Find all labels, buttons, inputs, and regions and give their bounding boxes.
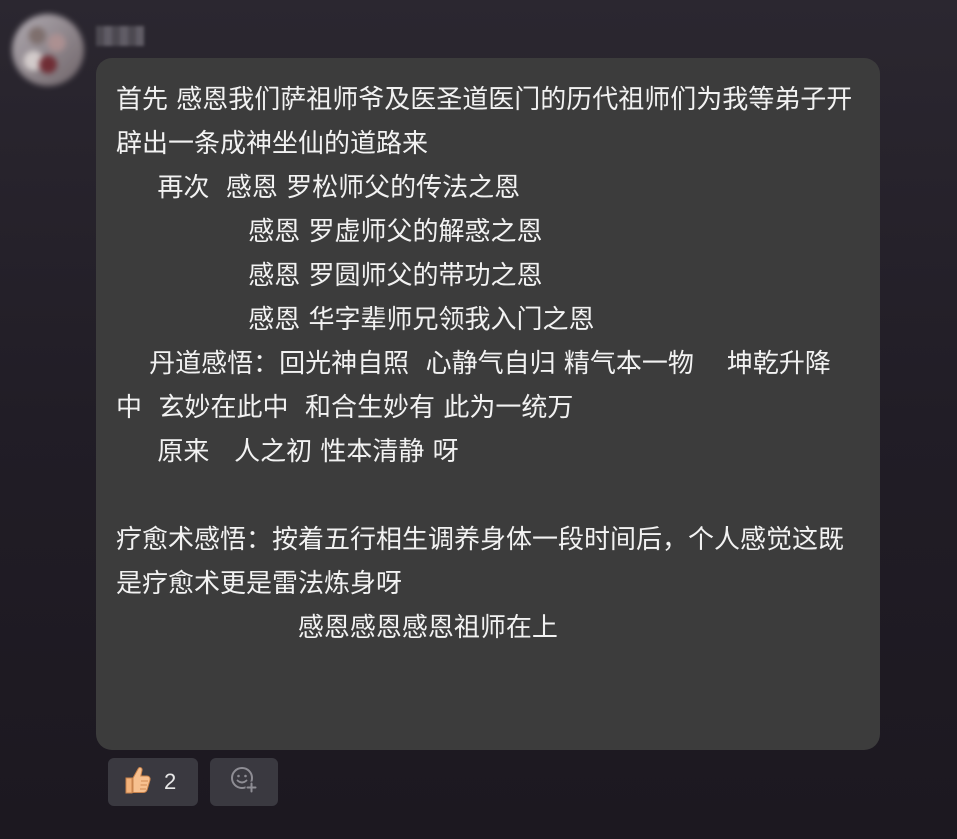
thumbs-up-icon [120, 763, 154, 801]
sender-avatar[interactable] [12, 14, 84, 86]
add-reaction-icon [228, 764, 260, 800]
message-bubble[interactable]: 首先 感恩我们萨祖师爷及医圣道医门的历代祖师们为我等弟子开辟出一条成神坐仙的道路… [96, 58, 880, 750]
sender-name-blurred[interactable] [96, 26, 144, 46]
reaction-bar: 2 [108, 758, 278, 806]
add-reaction-button[interactable] [210, 758, 278, 806]
like-reaction-button[interactable]: 2 [108, 758, 198, 806]
like-count: 2 [164, 769, 177, 794]
message-text: 首先 感恩我们萨祖师爷及医圣道医门的历代祖师们为我等弟子开辟出一条成神坐仙的道路… [116, 85, 853, 643]
